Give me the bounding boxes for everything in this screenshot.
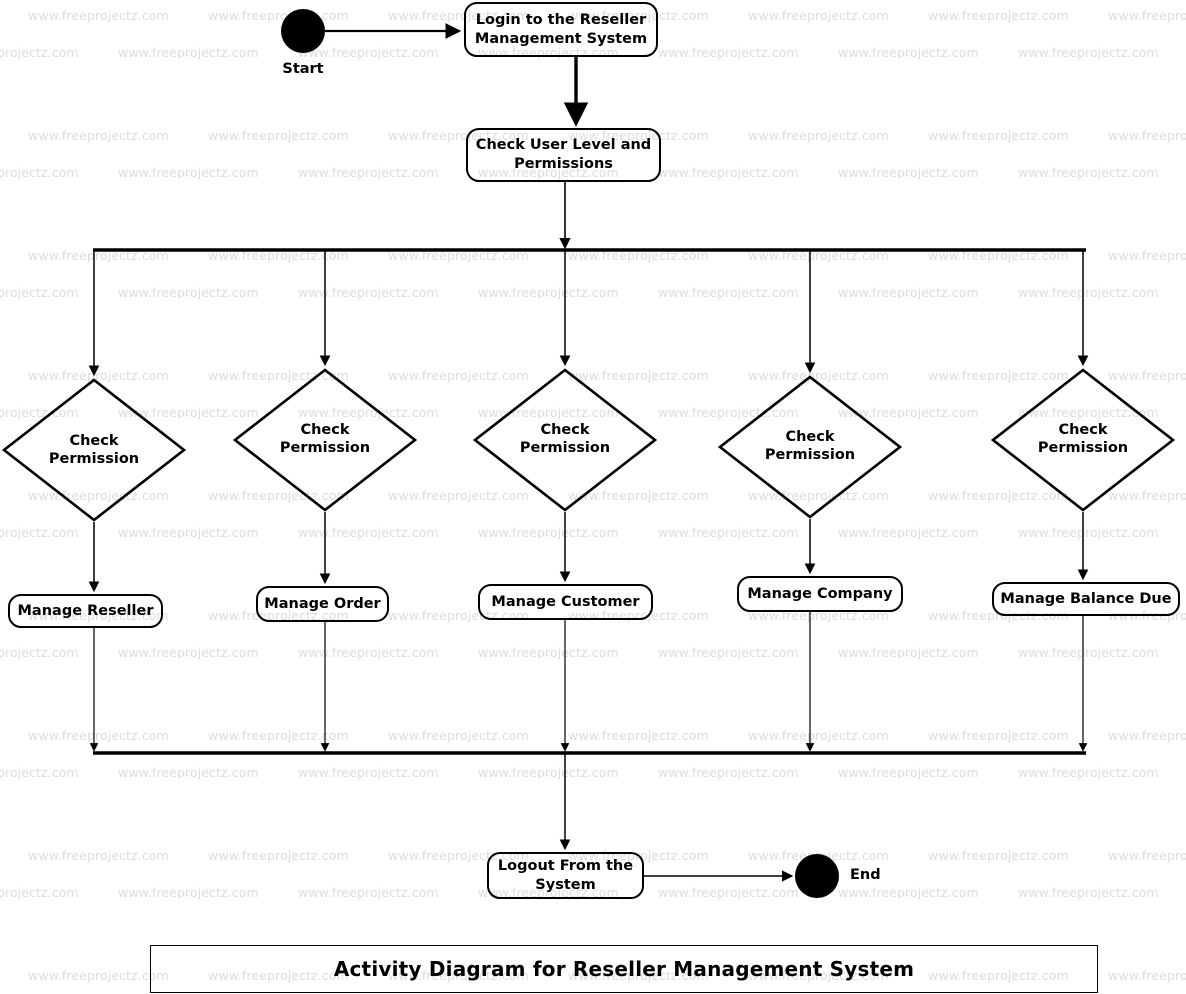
activity-diagram-canvas: www.freeprojectz.com www.freeprojectz.com… <box>0 0 1186 994</box>
activity-manage-reseller[interactable]: Manage Reseller <box>8 594 163 628</box>
decision-check-permission-5[interactable]: Check Permission <box>990 368 1176 512</box>
end-node <box>795 854 839 898</box>
activity-manage-company[interactable]: Manage Company <box>737 576 903 612</box>
diagram-layer: Start Login to the Reseller Management S… <box>0 0 1186 994</box>
diagram-title: Activity Diagram for Reseller Management… <box>333 957 915 981</box>
diagram-title-box: Activity Diagram for Reseller Management… <box>150 945 1098 993</box>
activity-logout-line1: Logout From the <box>497 857 634 874</box>
activity-manage-order-label: Manage Order <box>264 595 381 612</box>
activity-manage-balance-due[interactable]: Manage Balance Due <box>992 582 1180 616</box>
activity-login-line1: Login to the Reseller <box>475 11 647 28</box>
activity-logout-line2: System <box>535 876 596 893</box>
decision-check-permission-1[interactable]: Check Permission <box>1 378 187 522</box>
activity-manage-customer[interactable]: Manage Customer <box>478 584 653 620</box>
activity-manage-order[interactable]: Manage Order <box>256 586 389 622</box>
activity-logout[interactable]: Logout From the System <box>487 852 644 899</box>
decision-check-permission-4[interactable]: Check Permission <box>717 375 903 519</box>
decision-check-permission-3[interactable]: Check Permission <box>472 368 658 512</box>
activity-manage-reseller-label: Manage Reseller <box>17 602 154 619</box>
activity-login-line2: Management System <box>474 30 648 47</box>
start-label: Start <box>282 61 324 77</box>
start-node <box>281 9 325 53</box>
activity-login[interactable]: Login to the Reseller Management System <box>464 2 658 57</box>
activity-check-user-line1: Check User Level and <box>475 137 652 154</box>
end-label: End <box>850 867 881 883</box>
activity-manage-customer-label: Manage Customer <box>491 593 640 610</box>
activity-check-user-level[interactable]: Check User Level and Permissions <box>466 128 661 182</box>
decision-check-permission-2[interactable]: Check Permission <box>232 368 418 512</box>
activity-check-user-line2: Permissions <box>514 156 613 172</box>
activity-manage-balance-due-label: Manage Balance Due <box>1000 590 1172 607</box>
activity-manage-company-label: Manage Company <box>747 585 893 602</box>
